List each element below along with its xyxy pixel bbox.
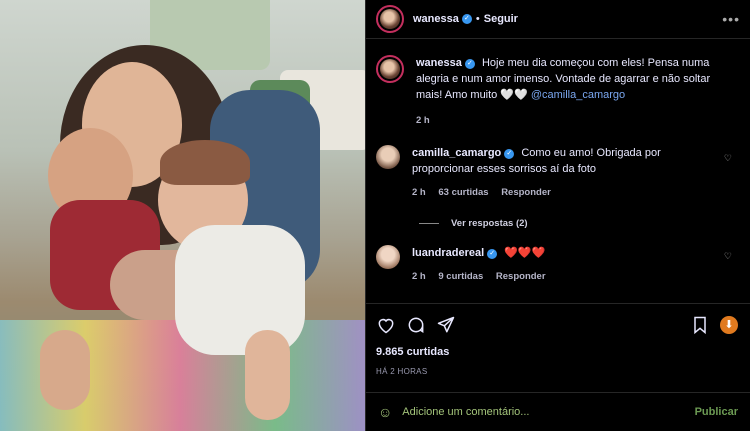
comment-item: camilla_camargo ✓ Como eu amo! Obrigada p… [376, 145, 740, 201]
post-time-ago[interactable]: HÁ 2 HORAS [376, 367, 740, 376]
more-horizontal-icon[interactable]: ••• [722, 11, 740, 27]
separator-dot: • [475, 13, 480, 25]
share-send-icon[interactable] [436, 315, 456, 335]
comments-list[interactable]: wanessa ✓ Hoje meu dia começou com eles! … [366, 39, 750, 299]
comment-like-heart-icon[interactable]: ♡ [724, 153, 732, 164]
comment-time[interactable]: 2 h [412, 271, 426, 282]
caption: wanessa ✓ Hoje meu dia começou com eles! … [376, 55, 740, 129]
post-likes-count[interactable]: 9.865 curtidas [376, 346, 740, 358]
follow-button[interactable]: Seguir [484, 13, 518, 25]
replies-divider [419, 223, 439, 224]
comment-likes[interactable]: 63 curtidas [438, 187, 488, 198]
comment-text: ❤️❤️❤️ [504, 247, 546, 259]
comment-time[interactable]: 2 h [412, 187, 426, 198]
emoji-icon[interactable]: ☺ [378, 404, 392, 420]
comment-username[interactable]: camilla_camargo [412, 147, 501, 159]
verified-badge-icon: ✓ [504, 149, 515, 159]
verified-badge-icon: ✓ [487, 249, 498, 259]
caption-username[interactable]: wanessa [416, 57, 462, 69]
comment-likes[interactable]: 9 curtidas [438, 271, 483, 282]
verified-badge-icon: ✓ [464, 59, 475, 69]
bookmark-icon[interactable] [690, 315, 710, 335]
comment-like-heart-icon[interactable]: ♡ [724, 251, 732, 262]
author-avatar[interactable] [376, 5, 404, 33]
commenter-avatar[interactable] [376, 145, 400, 169]
like-heart-icon[interactable] [376, 315, 396, 335]
reply-button[interactable]: Responder [501, 187, 551, 198]
verified-badge-icon: ✓ [461, 14, 472, 24]
comment-username[interactable]: luandradereal [412, 247, 484, 259]
publish-button[interactable]: Publicar [695, 406, 738, 418]
caption-time[interactable]: 2 h [416, 115, 430, 126]
caption-mention[interactable]: @camilla_camargo [531, 89, 625, 101]
view-replies-label: Ver respostas (2) [451, 218, 528, 229]
comment-bubble-icon[interactable] [406, 315, 426, 335]
post-sidebar: wanessa ✓ • Seguir ••• wanessa ✓ Hoje meu… [365, 0, 750, 431]
commenter-avatar[interactable] [376, 245, 400, 269]
post-actions: ⬇ 9.865 curtidas HÁ 2 HORAS [366, 303, 750, 376]
comment-composer: ☺ Adicione um comentário... Publicar [366, 392, 750, 431]
view-replies-button[interactable]: Ver respostas (2) [419, 218, 740, 229]
download-icon[interactable]: ⬇ [720, 316, 738, 334]
comment-input[interactable]: Adicione um comentário... [402, 406, 694, 418]
comment-item: luandradereal ✓ ❤️❤️❤️ 2 h 9 curtidas Res… [376, 245, 740, 285]
reply-button[interactable]: Responder [496, 271, 546, 282]
post-photo [0, 0, 365, 431]
author-username[interactable]: wanessa [413, 13, 459, 25]
post-header: wanessa ✓ • Seguir ••• [366, 0, 750, 39]
caption-avatar[interactable] [376, 55, 404, 83]
